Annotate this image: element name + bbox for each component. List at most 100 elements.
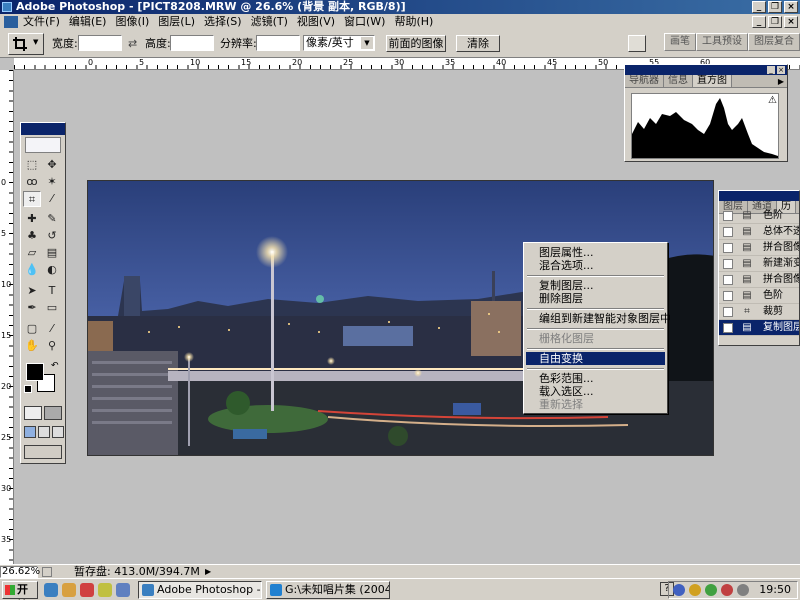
history-state[interactable]: ▤ 色阶 [719,208,799,224]
menu-window[interactable]: 窗口(W) [341,14,391,30]
hand-tool-icon[interactable]: ✋ [23,338,41,354]
pen-tool-icon[interactable]: ✒ [23,300,41,316]
history-checkbox[interactable] [723,243,733,253]
dodge-tool-icon[interactable]: ◐ [43,262,61,278]
crop-tool-preset-picker[interactable]: ▼ [8,33,44,55]
history-checkbox[interactable] [723,291,733,301]
task-music-player[interactable]: G:\未知唱片集 (2004-3-... [266,581,390,599]
restore-button[interactable]: ❐ [768,1,782,13]
width-input[interactable] [78,35,122,51]
menu-select[interactable]: 选择(S) [201,14,248,30]
tray-volume-icon[interactable] [737,584,749,596]
blur-tool-icon[interactable]: 💧 [23,262,41,278]
panel-title-bar[interactable] [719,191,799,201]
history-checkbox[interactable] [723,227,733,237]
marquee-tool-icon[interactable]: ⬚ [23,157,41,173]
height-input[interactable] [170,35,214,51]
menu-image[interactable]: 图像(I) [112,14,155,30]
healing-brush-icon[interactable]: ✚ [23,211,41,227]
history-state[interactable]: ▤ 拼合图像 [719,272,799,288]
full-screen-mode-icon[interactable] [52,426,64,438]
foreground-color-swatch[interactable] [26,363,44,381]
tray-network-icon[interactable] [673,584,685,596]
menu-edit[interactable]: 编辑(E) [66,14,113,30]
zoom-level-field[interactable]: 26.62% [0,566,40,578]
media-icon[interactable] [80,583,94,597]
menu-item-blending-options[interactable]: 混合选项... [526,259,665,272]
history-state[interactable]: ⌗ 裁剪 [719,304,799,320]
menu-item-group-into-smart-object[interactable]: 编组到新建智能对象图层中 [526,312,671,325]
panel-minimize-icon[interactable]: _ [767,66,775,74]
history-state[interactable]: ▤ 新建渐变 [719,256,799,272]
jump-to-imageready-icon[interactable] [24,445,62,459]
clear-button[interactable]: 清除 [456,35,500,52]
menu-item-free-transform[interactable]: 自由变换 [526,352,665,365]
magic-wand-icon[interactable]: ✶ [43,174,61,190]
swap-dimensions-icon[interactable]: ⇄ [128,36,137,52]
gradient-icon[interactable]: ▤ [43,245,61,261]
history-checkbox[interactable] [723,259,733,269]
status-menu-icon[interactable]: ▶ [205,567,211,576]
swap-colors-icon[interactable]: ↶ [51,361,59,371]
doc-restore-button[interactable]: ❐ [768,16,782,28]
notes-tool-icon[interactable]: ▢ [23,321,41,337]
file-browser-icon[interactable] [628,35,646,52]
menu-item-layer-properties[interactable]: 图层属性... [526,246,665,259]
panel-menu-icon[interactable]: ▶ [778,77,784,86]
path-selection-icon[interactable]: ➤ [23,283,41,299]
history-state[interactable]: ▤ 拼合图像 [719,240,799,256]
history-checkbox[interactable] [723,211,733,221]
menu-item-load-selection[interactable]: 载入选区... [526,385,665,398]
document-info-icon[interactable] [42,567,52,577]
well-tab-tool-presets[interactable]: 工具预设 [696,33,748,51]
tray-app-icon[interactable] [721,584,733,596]
tray-antivirus-icon[interactable] [705,584,717,596]
well-tab-brushes[interactable]: 画笔 [664,33,696,51]
default-colors-icon[interactable] [24,385,32,393]
menu-view[interactable]: 视图(V) [294,14,341,30]
lasso-tool-icon[interactable]: ꝏ [23,174,41,190]
close-button[interactable]: × [784,1,798,13]
resolution-input[interactable] [256,35,300,51]
resolution-unit-select[interactable]: 像素/英寸 ▼ [303,35,375,51]
quick-mask-mode-icon[interactable] [44,406,62,420]
minimize-button[interactable]: _ [752,1,766,13]
tab-histogram[interactable]: 直方图 [693,75,732,87]
start-button[interactable]: 开始 [2,581,38,600]
type-tool-icon[interactable]: T [43,283,61,299]
desktop-icon[interactable] [116,583,130,597]
messenger-icon[interactable] [98,583,112,597]
history-checkbox[interactable] [723,323,733,333]
zoom-tool-icon[interactable]: ⚲ [43,338,61,354]
eraser-icon[interactable]: ▱ [23,245,41,261]
task-photoshop[interactable]: Adobe Photoshop - [PIC... [138,581,262,599]
front-image-button[interactable]: 前面的图像 [386,35,446,52]
move-tool-icon[interactable]: ✥ [43,157,61,173]
slice-tool-icon[interactable]: ⁄ [43,191,61,207]
history-state-selected[interactable]: ▤ 复制图层 [719,320,799,336]
menu-item-color-range[interactable]: 色彩范围... [526,372,665,385]
crop-tool-icon[interactable]: ⌗ [23,191,41,207]
panel-close-icon[interactable]: × [777,66,785,74]
history-state[interactable]: ▤ 总体不透 [719,224,799,240]
tab-info[interactable]: 信息 [664,75,693,87]
menu-item-duplicate-layer[interactable]: 复制图层... [526,279,665,292]
menu-help[interactable]: 帮助(H) [391,14,439,30]
menu-item-delete-layer[interactable]: 删除图层 [526,292,665,305]
menu-filter[interactable]: 滤镜(T) [248,14,294,30]
eyedropper-icon[interactable]: ⁄ [43,321,61,337]
panel-title-bar[interactable]: _ × [625,65,787,75]
doc-close-button[interactable]: × [784,16,798,28]
tab-navigator[interactable]: 导航器 [625,75,664,87]
document-icon[interactable] [4,16,18,28]
feather-logo-icon[interactable] [25,137,61,153]
doc-minimize-button[interactable]: _ [752,16,766,28]
history-state[interactable]: ▤ 色阶 [719,288,799,304]
shape-tool-icon[interactable]: ▭ [43,300,61,316]
clone-stamp-icon[interactable]: ♣ [23,228,41,244]
full-screen-menu-mode-icon[interactable] [38,426,50,438]
brush-tool-icon[interactable]: ✎ [43,211,61,227]
warning-icon[interactable]: ⚠ [768,95,777,106]
outlook-icon[interactable] [62,583,76,597]
history-checkbox[interactable] [723,307,733,317]
